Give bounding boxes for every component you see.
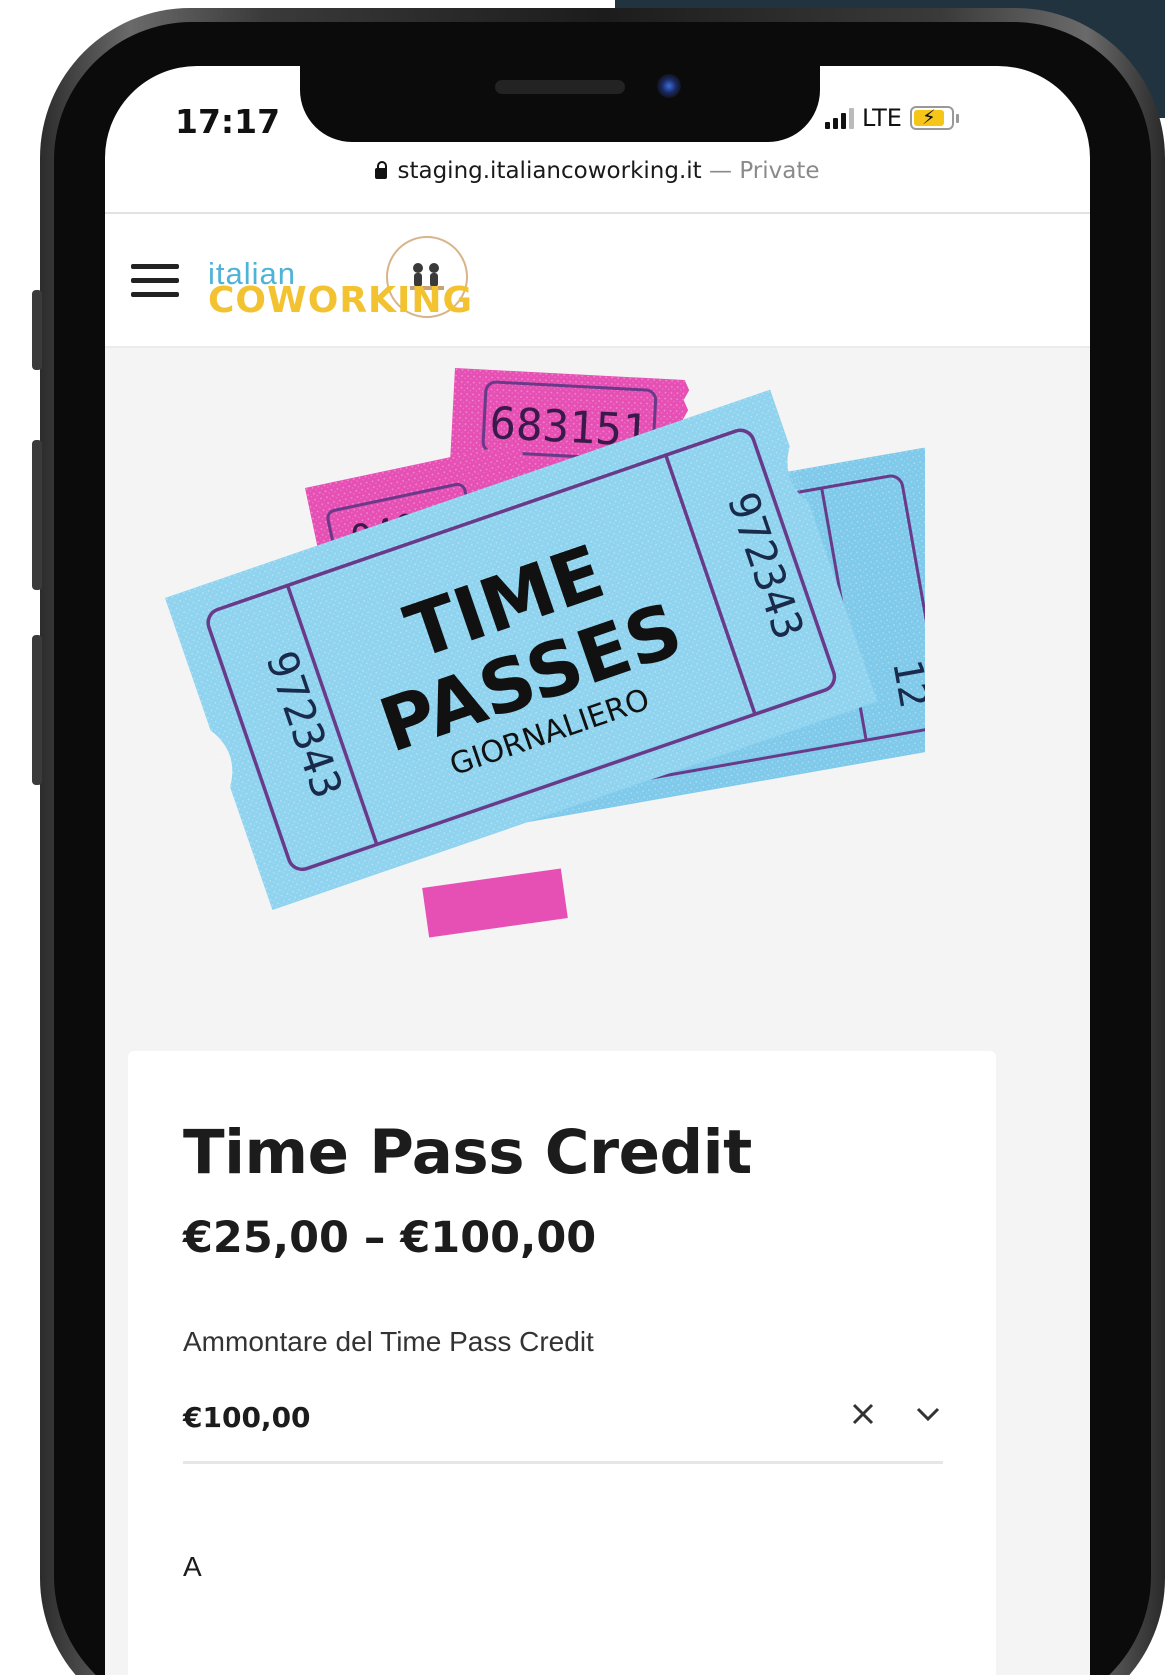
next-field-label: A xyxy=(183,1551,202,1582)
address-separator: — xyxy=(701,158,740,184)
phone-volume-down-button xyxy=(32,635,42,785)
screenshot-stage: 17:17 LTE ⚡ staging.italiancoworking.it … xyxy=(0,0,1165,1675)
amount-selected-value: €100,00 xyxy=(183,1401,311,1434)
speaker-grille xyxy=(495,80,625,94)
status-time: 17:17 xyxy=(175,102,281,141)
address-url: staging.italiancoworking.it xyxy=(397,158,702,184)
phone-side-button xyxy=(32,290,42,370)
amount-select[interactable]: €100,00 xyxy=(183,1391,943,1464)
chevron-down-icon[interactable] xyxy=(913,1399,943,1429)
logo-word-coworking: COWORKING xyxy=(208,280,474,321)
phone-notch xyxy=(300,66,820,142)
site-header: italian COWORKING xyxy=(105,214,1090,348)
lock-icon xyxy=(375,161,388,179)
battery-icon: ⚡ xyxy=(909,105,954,130)
status-indicators: LTE ⚡ xyxy=(825,104,959,132)
address-bar[interactable]: staging.italiancoworking.it — Private xyxy=(105,158,1090,184)
phone-volume-up-button xyxy=(32,440,42,590)
price-range: €25,00 – €100,00 xyxy=(183,1213,597,1263)
menu-icon[interactable] xyxy=(131,264,179,298)
product-image[interactable]: 683151 0401 12 xyxy=(125,348,925,968)
network-label: LTE xyxy=(862,104,902,132)
product-title: Time Pass Credit xyxy=(183,1117,752,1188)
clear-icon[interactable] xyxy=(848,1399,878,1429)
phone-screen: 17:17 LTE ⚡ staging.italiancoworking.it … xyxy=(105,66,1090,1675)
product-card: Time Pass Credit €25,00 – €100,00 Ammont… xyxy=(128,1051,996,1675)
private-mode-label: Private xyxy=(739,158,820,184)
front-camera xyxy=(657,74,681,98)
site-logo[interactable]: italian COWORKING xyxy=(208,236,488,336)
signal-icon xyxy=(825,107,854,129)
amount-label: Ammontare del Time Pass Credit xyxy=(183,1326,594,1357)
